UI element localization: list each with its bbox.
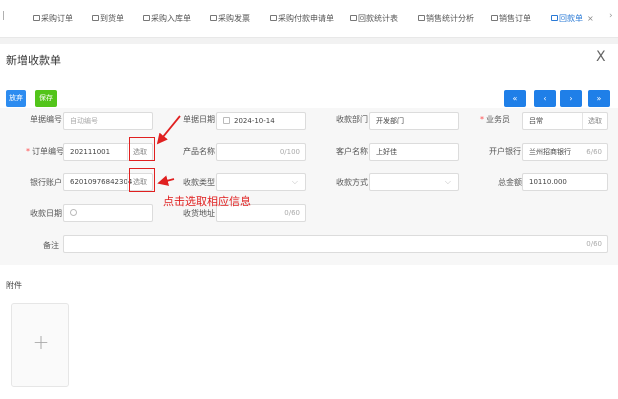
doc-date-field[interactable]: 2024-10-14 [216,112,306,130]
pay-type-select[interactable]: ⌵ [216,173,306,191]
recv-date-label: 收款日期 [30,209,62,218]
calendar-icon [223,117,230,124]
upload-button[interactable]: + [11,303,69,387]
divider [0,38,618,44]
tab-collection-stats[interactable]: 回款统计表 [350,11,398,27]
tab-purchase-invoice[interactable]: 采购发票 [210,11,250,27]
save-button[interactable]: 保存 [35,90,57,107]
tab-purchase-stock-in[interactable]: 采购入库单 [143,11,191,27]
folder-icon [143,15,150,21]
tab-receipt[interactable]: 回款单 × [551,11,594,27]
first-page-button[interactable]: « [504,90,526,107]
customer-field[interactable]: 上好佳 [369,143,459,161]
tab-left-edge: | [2,11,6,21]
page: { "tabs": { "left_edge": "|", "items": [… [0,0,618,399]
tab-sales-analysis[interactable]: 销售统计分析 [418,11,474,27]
cancel-button[interactable]: 放弃 [6,90,26,107]
customer-label: 客户名称 [336,147,368,156]
arrow-icon [156,115,181,186]
tab-sales-order[interactable]: 销售订单 [491,11,531,27]
close-icon[interactable]: X [596,49,606,65]
dialog-title: 新增收款单 [6,54,61,67]
tab-purchase-order[interactable]: 采购订单 [33,11,73,27]
last-page-button[interactable]: » [588,90,610,107]
chevron-down-icon: ⌵ [444,177,451,186]
tab-close-icon[interactable]: × [587,14,594,23]
remark-label: 备注 [43,241,59,250]
dept-field[interactable]: 开发部门 [369,112,459,130]
next-page-button[interactable]: › [560,90,582,107]
doc-no-field[interactable]: 自动编号 [63,112,153,130]
folder-icon [33,15,40,21]
tab-arrival[interactable]: 到货单 [92,11,124,27]
pay-method-select[interactable]: ⌵ [369,173,459,191]
annotation-text: 点击选取相应信息 [163,195,251,208]
attachment-title: 附件 [6,281,22,290]
account-label: 银行账户 [30,178,62,187]
order-no-label: * 订单编号 [26,147,64,156]
tab-payment-request[interactable]: 采购付款申请单 [270,11,334,27]
folder-icon [210,15,217,21]
folder-icon [418,15,425,21]
folder-icon [350,15,357,21]
folder-icon [551,15,558,21]
chevron-down-icon: ⌵ [291,177,298,186]
salesman-label: * 业务员 [480,115,510,124]
dept-label: 收款部门 [336,115,368,124]
doc-no-label: 单据编号 [30,115,62,124]
bank-label: 开户银行 [489,147,521,156]
recv-date-field[interactable] [63,204,153,222]
product-field[interactable]: 0/100 [216,143,306,161]
address-label: 收货地址 [183,209,215,218]
pay-method-label: 收款方式 [336,178,368,187]
prev-page-button[interactable]: ‹ [534,90,556,107]
tabs-more-icon[interactable]: › [609,11,613,21]
remark-field[interactable]: 0/60 [63,235,608,253]
folder-icon [92,15,99,21]
bank-field[interactable]: 兰州招商银行 6/60 [522,143,608,161]
folder-icon [491,15,498,21]
salesman-field[interactable]: 吕常 选取 [522,112,608,130]
salesman-pick-button[interactable]: 选取 [582,113,607,129]
tab-bar: | 采购订单 到货单 采购入库单 采购发票 采购付款申请单 回款统计表 销售统计… [0,0,618,38]
folder-icon [270,15,277,21]
clock-icon [70,209,77,216]
plus-icon: + [32,330,50,354]
total-label: 总金额 [498,178,522,187]
total-field[interactable]: 10110.000 [522,173,608,191]
